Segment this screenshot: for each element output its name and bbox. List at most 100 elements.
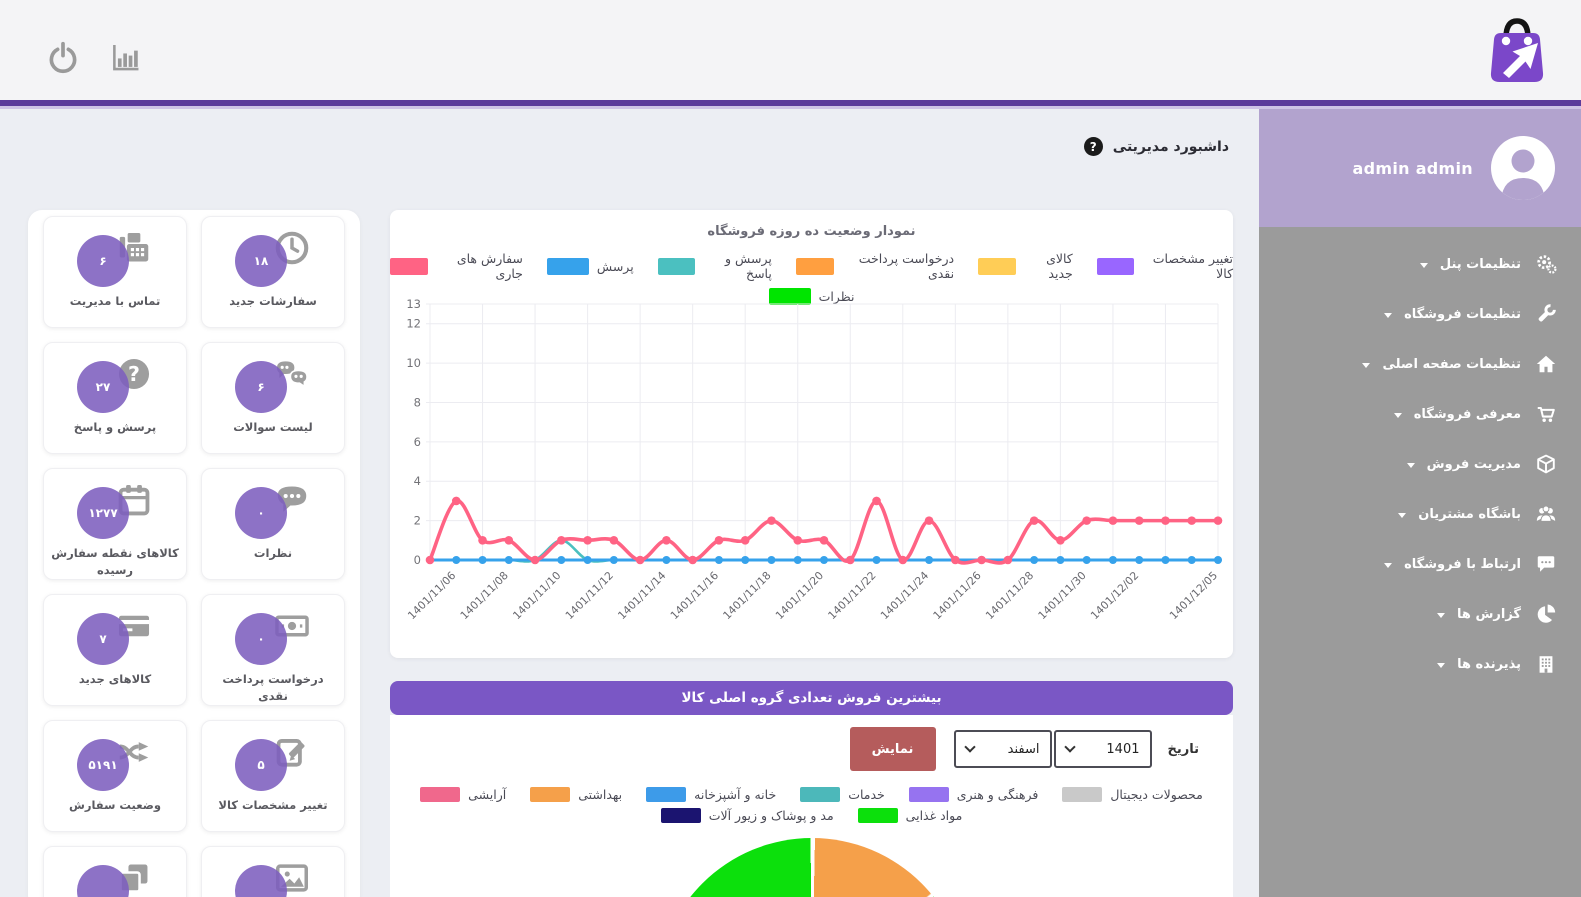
- legend-label: فرهنگی و هنری: [957, 787, 1039, 802]
- legend-color-chip: [530, 787, 570, 802]
- stat-card-cluster: ۰: [235, 607, 311, 665]
- legend-row-1: سفارش های جاری پرسش پرسش و پاسخ درخواست …: [390, 251, 1233, 281]
- stat-card-cluster: [235, 859, 311, 897]
- stat-card-4[interactable]: ۰ نظرات: [201, 468, 345, 580]
- legend-label: بهداشتی: [578, 787, 622, 802]
- power-icon[interactable]: [46, 40, 80, 74]
- legend-label: مواد غذایی: [906, 808, 963, 823]
- stat-card-label: کالاهای جدید: [44, 671, 186, 688]
- legend-color-chip: [978, 258, 1016, 275]
- chevron-down-icon: [964, 741, 975, 752]
- stat-card-cluster: ۵۱۹۱: [77, 733, 153, 791]
- sidebar-item-5[interactable]: باشگاه مشتریان: [1259, 489, 1581, 539]
- shopping-bag-logo[interactable]: [1475, 8, 1559, 98]
- legend-item[interactable]: کالای جدید: [978, 251, 1073, 281]
- stat-count-badge: ۱۸: [235, 235, 287, 287]
- ten-day-status-card: نمودار وضعیت ده روزه فروشگاه سفارش های ج…: [390, 210, 1233, 658]
- sidebar-item-4[interactable]: مدیریت فروش: [1259, 439, 1581, 489]
- stat-card-10[interactable]: [201, 846, 345, 897]
- caret-down-icon: [1384, 563, 1392, 568]
- caret-down-icon: [1407, 463, 1415, 468]
- pie-icon: [1535, 603, 1557, 625]
- stat-card-1[interactable]: ۶ تماس با مدیریت: [43, 216, 187, 328]
- question-circle-icon[interactable]: ?: [1084, 137, 1103, 156]
- legend-item[interactable]: مواد غذایی: [858, 808, 963, 823]
- stat-card-label: نظرات: [202, 545, 344, 562]
- sidebar-item-7[interactable]: گزارش ها: [1259, 589, 1581, 639]
- sidebar-item-8[interactable]: پذیرنده ها: [1259, 639, 1581, 689]
- top-sales-banner: بیشترین فروش تعدادی گروه اصلی کالا: [390, 681, 1233, 715]
- show-button[interactable]: نمایش: [850, 727, 936, 771]
- svg-text:13: 13: [406, 297, 421, 311]
- sidebar: admin admin تنظیمات پنل تنظیمات فروشگاه …: [1259, 109, 1581, 897]
- box-icon: [1535, 453, 1557, 475]
- svg-text:0: 0: [414, 553, 421, 567]
- sidebar-item-2[interactable]: تنظیمات صفحه اصلی: [1259, 339, 1581, 389]
- stat-card-0[interactable]: ۱۸ سفارشات جدید: [201, 216, 345, 328]
- sidebar-item-label: تنظیمات فروشگاه: [1404, 307, 1521, 322]
- cart-icon: [1535, 403, 1557, 425]
- ten-day-status-chart[interactable]: 024681012131401/11/061401/11/081401/11/1…: [390, 292, 1233, 658]
- legend-item[interactable]: سفارش های جاری: [390, 251, 523, 281]
- legend-item[interactable]: آرایشی: [420, 787, 506, 802]
- legend-item[interactable]: محصولات دیجیتال: [1062, 787, 1202, 802]
- top-sales-pie-chart[interactable]: [657, 838, 967, 897]
- building-icon: [1535, 653, 1557, 675]
- legend-label: آرایشی: [468, 787, 506, 802]
- stat-card-11[interactable]: [43, 846, 187, 897]
- legend-item[interactable]: پرسش و پاسخ: [658, 251, 772, 281]
- svg-text:1401/11/10: 1401/11/10: [510, 569, 563, 622]
- svg-text:1401/11/14: 1401/11/14: [615, 569, 668, 622]
- svg-text:8: 8: [414, 395, 421, 409]
- svg-text:6: 6: [414, 435, 421, 449]
- sidebar-item-3[interactable]: معرفی فروشگاه: [1259, 389, 1581, 439]
- legend-item[interactable]: درخواست پرداخت نقدی: [796, 251, 954, 281]
- legend-item[interactable]: پرسش: [547, 258, 634, 275]
- caret-down-icon: [1384, 313, 1392, 318]
- main-content: داشبورد مدیریتی ? ۱۸ سفارشات جدید ۶ تماس…: [0, 109, 1259, 897]
- legend-item[interactable]: خدمات: [800, 787, 885, 802]
- stat-card-label: درخواست پرداخت نقدی: [202, 671, 344, 706]
- stat-card-9[interactable]: ۵۱۹۱ وضعیت سفارش: [43, 720, 187, 832]
- legend-item[interactable]: خانه و آشپزخانه: [646, 787, 776, 802]
- sidebar-item-1[interactable]: تنظیمات فروشگاه: [1259, 289, 1581, 339]
- page-title: داشبورد مدیریتی: [1113, 139, 1229, 155]
- year-select-value: 1401: [1106, 742, 1139, 757]
- year-select[interactable]: 1401: [1054, 730, 1152, 768]
- chart-title: نمودار وضعیت ده روزه فروشگاه: [390, 224, 1233, 239]
- sidebar-item-0[interactable]: تنظیمات پنل: [1259, 239, 1581, 289]
- stat-card-5[interactable]: ۱۲۷۷ کالاهای نقطه سفارش رسیده: [43, 468, 187, 580]
- stat-card-2[interactable]: ۶ لیست سوالات: [201, 342, 345, 454]
- stat-card-cluster: ۶: [235, 355, 311, 413]
- svg-text:1401/11/28: 1401/11/28: [983, 569, 1036, 622]
- stat-card-cluster: ۶: [77, 229, 153, 287]
- top-bar: [0, 0, 1581, 100]
- stat-card-cluster: [77, 859, 153, 897]
- stat-card-7[interactable]: ۷ کالاهای جدید: [43, 594, 187, 706]
- stat-card-8[interactable]: ۵ تغییر مشخصات کالا: [201, 720, 345, 832]
- stat-count-badge: ۶: [77, 235, 129, 287]
- legend-color-chip: [547, 258, 589, 275]
- home-icon: [1535, 353, 1557, 375]
- month-select[interactable]: اسفند: [954, 730, 1052, 768]
- stat-card-6[interactable]: ۰ درخواست پرداخت نقدی: [201, 594, 345, 706]
- caret-down-icon: [1437, 663, 1445, 668]
- legend-color-chip: [800, 787, 840, 802]
- legend-item[interactable]: بهداشتی: [530, 787, 622, 802]
- stat-card-label: پرسش و پاسخ: [44, 419, 186, 436]
- legend-item[interactable]: مد و پوشاک و زیور آلات: [661, 808, 834, 823]
- legend-item[interactable]: فرهنگی و هنری: [909, 787, 1039, 802]
- bar-chart-icon[interactable]: [108, 40, 142, 74]
- sidebar-item-label: تنظیمات پنل: [1440, 257, 1521, 272]
- legend-item[interactable]: تغییر مشخصات کالا: [1097, 251, 1233, 281]
- stat-card-3[interactable]: ? ۲۷ پرسش و پاسخ: [43, 342, 187, 454]
- legend-label: پرسش و پاسخ: [703, 251, 772, 281]
- svg-text:?: ?: [128, 362, 140, 386]
- svg-text:4: 4: [414, 474, 421, 488]
- legend-label: سفارش های جاری: [436, 251, 523, 281]
- user-panel[interactable]: admin admin: [1259, 109, 1581, 227]
- stat-card-label: وضعیت سفارش: [44, 797, 186, 814]
- users-icon: [1535, 503, 1557, 525]
- svg-text:1401/11/12: 1401/11/12: [563, 569, 616, 622]
- sidebar-item-6[interactable]: ارتباط با فروشگاه: [1259, 539, 1581, 589]
